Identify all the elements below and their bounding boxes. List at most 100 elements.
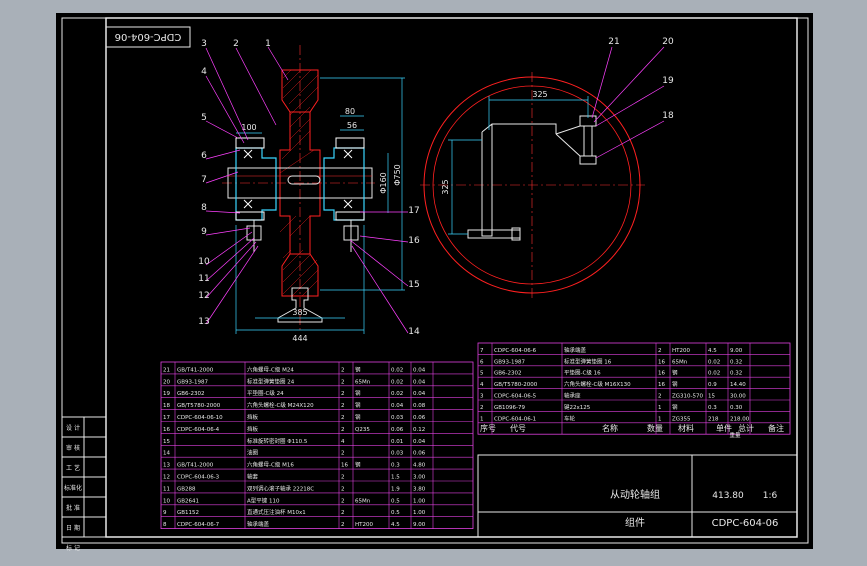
callout-label: 7 — [201, 175, 207, 185]
bom-cell: 4.5 — [708, 348, 717, 354]
bom-cell: 3 — [480, 394, 484, 400]
rotated-code-text: CDPC-604-06 — [115, 31, 182, 42]
callout-label: 20 — [662, 37, 674, 47]
bom-cell: 4.5 — [391, 522, 400, 528]
dim-phi750: Φ750 — [393, 164, 402, 186]
bom-cell: GB1152 — [177, 510, 199, 516]
title-mass: 413.80 — [712, 491, 744, 501]
bom-cell: 六角头螺栓-C级 M24X120 — [247, 401, 314, 409]
bom-cell: 标准旋转密封圈 Φ110.5 — [247, 437, 308, 445]
bom-cell: 16 — [658, 359, 665, 365]
bom-cell: 0.04 — [413, 391, 426, 397]
callout-label: 18 — [662, 111, 674, 121]
bom-cell: 0.5 — [391, 498, 400, 504]
bom-cell: ZG355 — [672, 416, 691, 422]
bom-cell: 1 — [658, 416, 662, 422]
callout-label: 6 — [201, 151, 207, 161]
bom-header-unit: 单件 — [716, 423, 732, 433]
bom-cell: CDPC-604-06-6 — [494, 348, 537, 354]
bom-cell: 挡板 — [247, 413, 259, 421]
bom-cell: 0.04 — [413, 367, 426, 373]
callout-label: 15 — [408, 280, 419, 290]
bom-cell: HT200 — [672, 348, 690, 354]
bom-cell: 六角头螺栓-C级 M16X130 — [564, 380, 631, 388]
bom-cell: 4 — [480, 382, 484, 388]
bom-cell: GB/T5780-2000 — [177, 403, 221, 409]
bom-cell: 标准型弹簧垫圈 24 — [247, 377, 295, 385]
bom-cell: 0.9 — [708, 382, 717, 388]
callout-label: 8 — [201, 203, 207, 213]
bom-cell: 轴套 — [247, 473, 259, 481]
sidebar-label: 标 记 — [66, 544, 80, 552]
bom-cell: 65Mn — [672, 359, 688, 365]
bom-cell: 钢 — [355, 413, 361, 421]
bom-cell: 3.80 — [413, 486, 426, 492]
bom-cell: 0.12 — [413, 427, 425, 433]
title-code: CDPC-604-06 — [712, 518, 779, 529]
bom-cell: 0.02 — [708, 359, 720, 365]
sidebar-label: 标准化 — [64, 484, 82, 492]
bom-cell: 0.03 — [391, 451, 404, 457]
callout-label: 19 — [662, 76, 674, 86]
bom-cell: 2 — [341, 451, 345, 457]
bom-cell: 11 — [163, 486, 170, 492]
callout-label: 17 — [408, 206, 419, 216]
bom-cell: 平垫圈-C级 24 — [247, 389, 284, 397]
bom-cell: 0.30 — [730, 405, 743, 411]
bom-cell: 65Mn — [355, 379, 371, 385]
bom-cell: 2 — [658, 394, 662, 400]
bom-cell: 0.04 — [413, 439, 426, 445]
bom-cell: 油圈 — [247, 449, 259, 457]
bom-cell: 9.00 — [730, 348, 743, 354]
bom-cell: 钢 — [672, 403, 678, 411]
bom-cell: GB6-2302 — [494, 371, 522, 377]
callout-label: 14 — [408, 327, 420, 337]
bom-cell: 1.00 — [413, 510, 426, 516]
sidebar-label: 批 准 — [66, 504, 80, 512]
dim-325-vertical: 325 — [441, 179, 450, 194]
sidebar-label: 工 艺 — [66, 464, 80, 472]
bom-cell: 5 — [480, 371, 484, 377]
bom-header-code: 代号 — [510, 423, 526, 433]
bom-cell: 钢 — [672, 380, 678, 388]
bom-header-weight: 重量 — [729, 431, 741, 439]
bom-cell: HT200 — [355, 522, 373, 528]
bom-cell: 4.80 — [413, 463, 426, 469]
bom-cell: 18 — [163, 403, 170, 409]
bom-cell: GB/T5780-2000 — [494, 382, 538, 388]
callout-label: 1 — [265, 39, 271, 49]
bom-cell: GB288 — [177, 486, 196, 492]
callout-label: 9 — [201, 227, 207, 237]
bom-cell: CDPC-604-06-1 — [494, 416, 536, 422]
bom-cell: CDPC-604-06-7 — [177, 522, 220, 528]
bom-cell: CDPC-604-06-10 — [177, 415, 223, 421]
bom-cell: 17 — [163, 415, 170, 421]
bom-cell: 0.3 — [708, 405, 717, 411]
callout-label: 12 — [198, 291, 209, 301]
bom-cell: 9.00 — [413, 522, 426, 528]
bom-cell: 2 — [341, 475, 345, 481]
callout-label: 5 — [201, 113, 207, 123]
bom-cell: 0.03 — [391, 415, 404, 421]
callout-label: 13 — [198, 317, 209, 327]
bom-cell: 16 — [163, 427, 170, 433]
bom-cell: 6 — [480, 359, 484, 365]
bom-cell: GB93-1987 — [177, 379, 209, 385]
bom-cell: GB1096-79 — [494, 405, 526, 411]
callout-label: 21 — [608, 37, 619, 47]
bom-cell: 2 — [341, 391, 345, 397]
bom-cell: 轴承座 — [564, 392, 581, 400]
bom-cell: 钢 — [355, 401, 361, 409]
bom-cell: 钢 — [355, 365, 361, 373]
bom-cell: 0.04 — [413, 379, 426, 385]
bom-cell: 218.00 — [730, 416, 750, 422]
bom-cell: 0.06 — [413, 415, 426, 421]
bom-cell: GB2641 — [177, 498, 199, 504]
dim-80: 80 — [345, 107, 355, 116]
callout-label: 10 — [198, 257, 210, 267]
bom-cell: GB/T41-2000 — [177, 367, 214, 373]
dim-phi160: Φ160 — [379, 172, 388, 194]
bom-cell: 挡板 — [247, 425, 259, 433]
bom-cell: 轴承端盖 — [247, 520, 270, 528]
bom-cell: 0.06 — [391, 427, 404, 433]
